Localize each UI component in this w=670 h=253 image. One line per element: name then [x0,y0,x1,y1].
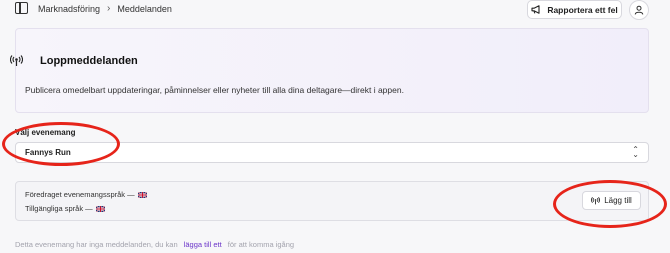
sidebar-toggle-icon[interactable] [15,2,28,14]
annotation-circle-event-select [2,122,120,166]
breadcrumb-parent[interactable]: Marknadsföring [38,4,100,14]
chevron-updown-icon: ⌃ ⌄ [632,145,639,159]
report-bug-button[interactable]: Rapportera ett fel [527,0,622,19]
uk-flag-icon [95,205,105,212]
breadcrumb-separator: › [107,3,111,14]
breadcrumb: Marknadsföring › Meddelanden [38,3,172,14]
uk-flag-icon [137,191,147,198]
user-icon [634,5,644,15]
annotation-circle-add-button [553,180,667,228]
report-bug-label: Rapportera ett fel [547,4,618,15]
available-languages-row: Tillgängliga språk — [25,204,105,213]
user-menu-button[interactable] [629,0,649,20]
empty-state-text: Detta evenemang har inga meddelanden, du… [15,240,294,249]
megaphone-icon [531,5,540,14]
top-bar: Marknadsföring › Meddelanden Rapportera … [0,0,670,22]
hero-title-text: Loppmeddelanden [40,55,138,67]
preferred-language-label: Föredraget evenemangsspråk — [25,190,135,199]
hero-description: Publicera omedelbart uppdateringar, påmi… [25,85,404,95]
breadcrumb-current: Meddelanden [117,3,172,14]
add-one-link[interactable]: lägga till ett [184,240,222,249]
empty-state-suffix: för att komma igång [227,240,295,249]
available-languages-label: Tillgängliga språk — [25,204,93,213]
preferred-language-row: Föredraget evenemangsspråk — [25,190,147,199]
announcements-hero-card [15,28,649,113]
hero-title: Loppmeddelanden [10,55,138,67]
broadcast-icon [10,55,23,66]
empty-state-prefix: Detta evenemang har inga meddelanden, du… [15,240,178,249]
